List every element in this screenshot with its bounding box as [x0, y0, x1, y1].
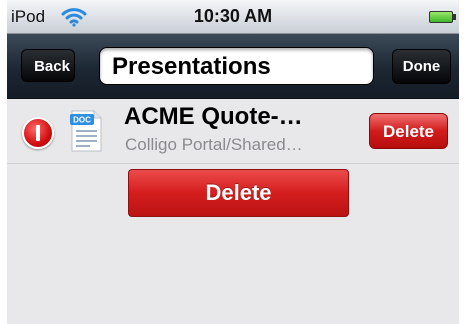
- device-screen: iPod 10:30 AM Back Presentations Done DO…: [7, 0, 459, 324]
- status-time: 10:30 AM: [193, 6, 273, 26]
- back-button[interactable]: Back: [21, 49, 75, 82]
- file-row[interactable]: DOC ACME Quote-… Colligo Portal/Shared… …: [7, 99, 459, 164]
- row-delete-button[interactable]: Delete: [369, 113, 448, 149]
- delete-toggle-icon[interactable]: [22, 117, 54, 149]
- done-button[interactable]: Done: [392, 49, 451, 84]
- battery-icon: [429, 11, 456, 23]
- delete-button[interactable]: Delete: [128, 169, 349, 217]
- navigation-bar: Back Presentations Done: [7, 34, 459, 99]
- document-icon: DOC: [70, 110, 102, 152]
- status-bar: iPod 10:30 AM: [7, 0, 459, 34]
- doc-badge-label: DOC: [73, 116, 91, 125]
- file-path: Colligo Portal/Shared…: [125, 135, 303, 154]
- file-name: ACME Quote-…: [124, 103, 303, 130]
- title-field[interactable]: Presentations: [99, 47, 374, 85]
